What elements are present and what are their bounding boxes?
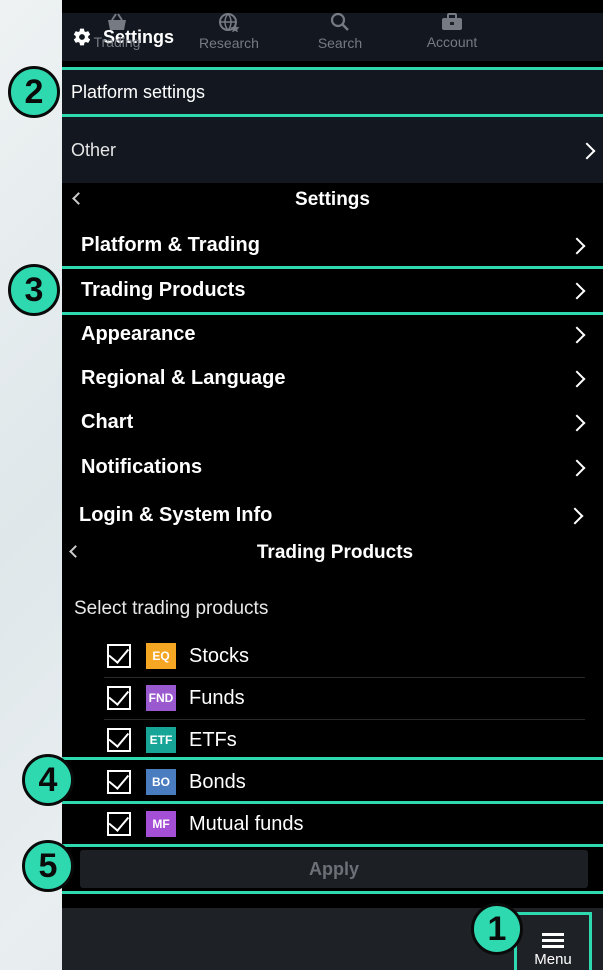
callout-4: 4: [22, 754, 74, 806]
product-row-stocks[interactable]: EQ Stocks: [62, 635, 603, 677]
menu-item-appearance[interactable]: Appearance: [62, 312, 603, 356]
trading-products-title: Trading Products: [256, 542, 414, 563]
callout-2: 2: [8, 66, 60, 118]
menu-item-notifications[interactable]: Notifications: [62, 445, 603, 489]
highlight-platform-settings: [62, 67, 603, 117]
other-label: Other: [71, 139, 117, 160]
product-row-funds[interactable]: FND Funds: [62, 677, 603, 719]
menu-item-label: Chart: [81, 410, 134, 433]
checkbox[interactable]: [107, 644, 131, 668]
nav-account[interactable]: Account: [418, 0, 486, 62]
checkbox[interactable]: [107, 812, 131, 836]
callout-3: 3: [8, 264, 60, 316]
chevron-right-icon: [568, 237, 586, 255]
product-name: Mutual funds: [189, 812, 304, 835]
product-badge: ETF: [146, 727, 176, 753]
callout-5: 5: [22, 840, 74, 892]
menu-item-chart[interactable]: Chart: [62, 400, 603, 444]
back-chevron-icon[interactable]: [72, 192, 85, 205]
trading-products-subheader: Trading Products: [62, 536, 603, 570]
back-chevron-icon[interactable]: [69, 545, 82, 558]
menu-item-label: Login & System Info: [79, 503, 273, 526]
basket-icon: [108, 12, 126, 30]
highlight-bonds: [62, 757, 603, 804]
nav-label: Account: [426, 33, 478, 50]
chevron-right-icon: [566, 507, 584, 525]
search-icon: [330, 12, 349, 31]
chevron-right-icon: [568, 326, 586, 344]
apply-button[interactable]: Apply: [80, 850, 588, 888]
product-badge: MF: [146, 811, 176, 837]
settings-subheader: Settings: [62, 183, 603, 217]
menu-item-label: Platform & Trading: [81, 233, 260, 256]
callout-1: 1: [471, 903, 523, 955]
highlight-trading-products: [62, 266, 603, 315]
product-row-etfs[interactable]: ETF ETFs: [62, 719, 603, 761]
menu-item-regional-language[interactable]: Regional & Language: [62, 356, 603, 400]
checkbox[interactable]: [107, 686, 131, 710]
briefcase-icon: [442, 12, 462, 30]
product-name: ETFs: [189, 728, 237, 751]
chevron-right-icon: [568, 370, 586, 388]
menu-item-label: Notifications: [81, 455, 203, 478]
chevron-right-icon: [568, 459, 586, 477]
chevron-right-icon: [568, 414, 586, 432]
nav-search[interactable]: Search: [302, 0, 378, 62]
chevron-right-icon: [578, 142, 596, 160]
nav-label: Research: [199, 34, 259, 51]
settings-panel-title: Settings: [295, 189, 370, 210]
nav-label: Trading: [93, 33, 141, 50]
checkbox[interactable]: [107, 728, 131, 752]
nav-research[interactable]: Research: [190, 0, 268, 62]
product-badge: FND: [146, 685, 176, 711]
product-name: Stocks: [189, 644, 250, 667]
product-badge: EQ: [146, 643, 176, 669]
hamburger-icon: [542, 930, 564, 951]
menu-item-label: Regional & Language: [81, 366, 286, 389]
product-row-mutual-funds[interactable]: MF Mutual funds: [62, 803, 603, 845]
menu-item-platform-trading[interactable]: Platform & Trading: [62, 223, 603, 267]
nav-menu[interactable]: Menu: [514, 912, 592, 970]
globe-star-icon: [219, 12, 240, 32]
product-name: Funds: [189, 686, 245, 709]
nav-label: Search: [317, 34, 363, 51]
nav-trading[interactable]: Trading: [80, 0, 154, 62]
select-products-label: Select trading products: [74, 598, 269, 619]
nav-label: Menu: [534, 951, 572, 968]
menu-item-label: Appearance: [81, 322, 196, 345]
other-row[interactable]: Other: [62, 117, 603, 183]
menu-item-login-system-info[interactable]: Login & System Info: [62, 493, 603, 537]
